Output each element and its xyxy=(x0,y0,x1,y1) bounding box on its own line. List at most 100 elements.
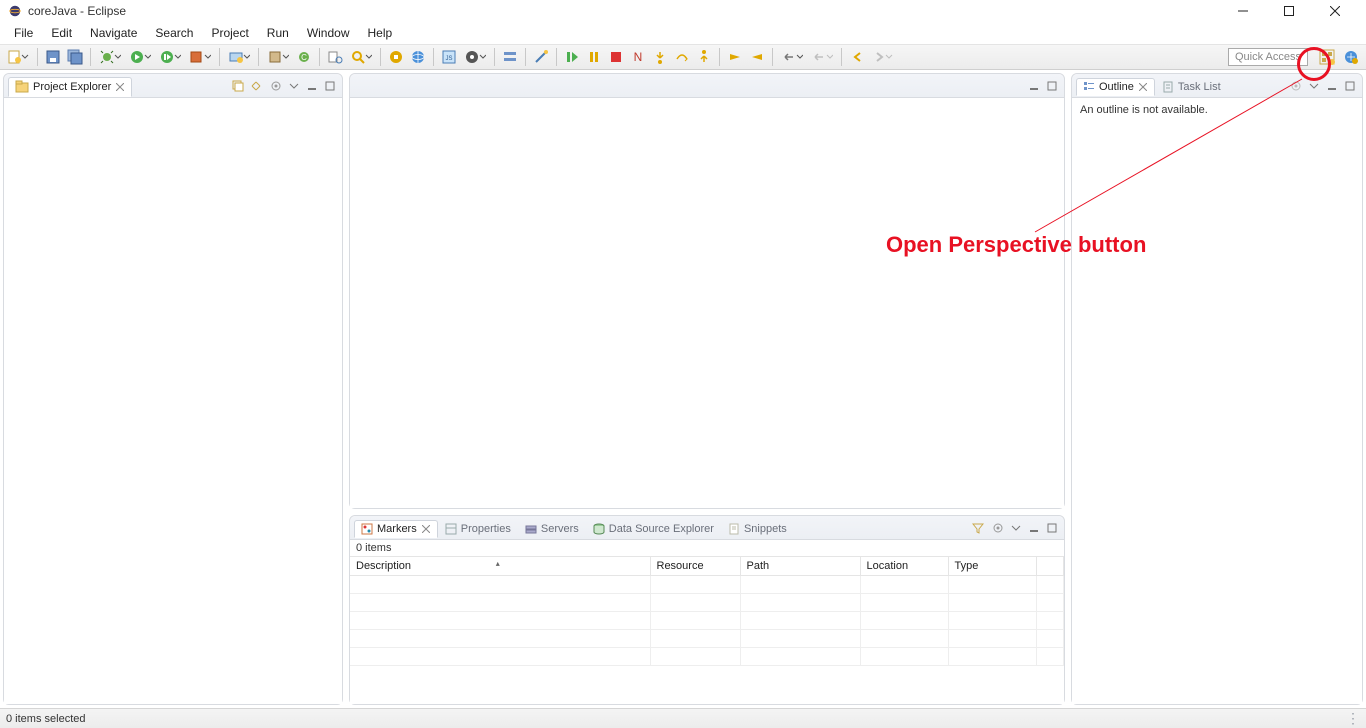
maximize-view-icon[interactable] xyxy=(1044,520,1060,536)
open-type-button[interactable] xyxy=(325,47,345,67)
menu-help[interactable]: Help xyxy=(360,24,401,42)
minimize-editor-icon[interactable] xyxy=(1026,78,1042,94)
markers-body[interactable]: Description▴ Resource Path Location Type xyxy=(350,557,1064,704)
maximize-view-icon[interactable] xyxy=(322,78,338,94)
menu-search[interactable]: Search xyxy=(147,24,201,42)
new-server-button[interactable] xyxy=(225,47,253,67)
focus-task-icon[interactable] xyxy=(990,520,1006,536)
window-title: coreJava - Eclipse xyxy=(28,4,126,18)
minimize-view-icon[interactable] xyxy=(1324,78,1340,94)
jsp-button[interactable]: JS xyxy=(439,47,459,67)
table-row[interactable] xyxy=(350,594,1064,612)
table-row[interactable] xyxy=(350,648,1064,666)
menu-window[interactable]: Window xyxy=(299,24,358,42)
java-ee-perspective-button[interactable] xyxy=(1340,46,1362,68)
step-into-button[interactable] xyxy=(650,47,670,67)
open-perspective-button[interactable] xyxy=(1316,46,1338,68)
col-resource[interactable]: Resource xyxy=(650,557,740,576)
open-task-button[interactable] xyxy=(386,47,406,67)
resize-grip-icon[interactable] xyxy=(1346,710,1360,727)
run-button[interactable] xyxy=(126,47,154,67)
menu-file[interactable]: File xyxy=(6,24,41,42)
maximize-editor-icon[interactable] xyxy=(1044,78,1060,94)
disconnect-button[interactable]: N xyxy=(628,47,648,67)
main-toolbar: C JS N Quick Access xyxy=(0,44,1366,70)
col-path[interactable]: Path xyxy=(740,557,860,576)
view-menu-icon[interactable] xyxy=(1008,520,1024,536)
back-history-button[interactable] xyxy=(808,47,836,67)
next-annotation-button[interactable] xyxy=(725,47,745,67)
editor-area[interactable] xyxy=(349,73,1065,509)
new-type-button[interactable]: C xyxy=(294,47,314,67)
col-location[interactable]: Location xyxy=(860,557,948,576)
last-edit-button[interactable] xyxy=(778,47,806,67)
close-icon[interactable] xyxy=(115,82,125,92)
task-list-icon xyxy=(1162,81,1174,93)
new-button[interactable] xyxy=(4,47,32,67)
svg-text:JS: JS xyxy=(445,56,452,62)
save-all-button[interactable] xyxy=(65,47,85,67)
view-menu-icon[interactable] xyxy=(286,78,302,94)
web-browser-button[interactable] xyxy=(408,47,428,67)
collapse-all-icon[interactable] xyxy=(230,78,246,94)
outline-view: Outline Task List An outline is not avai… xyxy=(1071,73,1363,705)
step-return-button[interactable] xyxy=(694,47,714,67)
table-row[interactable] xyxy=(350,576,1064,594)
snippets-tab[interactable]: Snippets xyxy=(721,520,794,538)
data-source-icon xyxy=(593,523,605,535)
table-row[interactable] xyxy=(350,612,1064,630)
quick-access-field[interactable]: Quick Access xyxy=(1228,48,1308,66)
new-package-button[interactable] xyxy=(264,47,292,67)
outline-tab-label: Outline xyxy=(1099,81,1134,93)
col-extra[interactable] xyxy=(1036,557,1064,576)
minimize-button[interactable] xyxy=(1220,0,1266,22)
filter-icon[interactable] xyxy=(970,520,986,536)
prev-annotation-button[interactable] xyxy=(747,47,767,67)
toggle-breadcrumb-button[interactable] xyxy=(500,47,520,67)
deploy-button[interactable] xyxy=(461,47,489,67)
menu-navigate[interactable]: Navigate xyxy=(82,24,145,42)
project-explorer-body[interactable] xyxy=(4,98,342,704)
close-icon[interactable] xyxy=(1138,82,1148,92)
close-icon[interactable] xyxy=(421,524,431,534)
resume-button[interactable] xyxy=(562,47,582,67)
bottom-panel: Markers Properties Servers Data Source E… xyxy=(349,515,1065,705)
focus-task-icon[interactable] xyxy=(268,78,284,94)
menu-edit[interactable]: Edit xyxy=(43,24,80,42)
link-editor-icon[interactable] xyxy=(248,78,264,94)
outline-icon xyxy=(1083,81,1095,93)
servers-tab[interactable]: Servers xyxy=(518,520,586,538)
terminate-button[interactable] xyxy=(606,47,626,67)
step-over-button[interactable] xyxy=(672,47,692,67)
debug-button[interactable] xyxy=(96,47,124,67)
external-tools-button[interactable] xyxy=(186,47,214,67)
run-last-button[interactable] xyxy=(156,47,184,67)
focus-task-icon[interactable] xyxy=(1288,78,1304,94)
markers-tab[interactable]: Markers xyxy=(354,520,438,538)
wand-button[interactable] xyxy=(531,47,551,67)
col-description[interactable]: Description▴ xyxy=(350,557,650,576)
maximize-button[interactable] xyxy=(1266,0,1312,22)
outline-tab[interactable]: Outline xyxy=(1076,78,1155,96)
save-button[interactable] xyxy=(43,47,63,67)
menu-run[interactable]: Run xyxy=(259,24,297,42)
minimize-view-icon[interactable] xyxy=(1026,520,1042,536)
minimize-view-icon[interactable] xyxy=(304,78,320,94)
properties-tab[interactable]: Properties xyxy=(438,520,518,538)
forward-button[interactable] xyxy=(869,47,897,67)
suspend-button[interactable] xyxy=(584,47,604,67)
annotation-label: Open Perspective button xyxy=(886,232,1146,258)
maximize-view-icon[interactable] xyxy=(1342,78,1358,94)
project-explorer-icon xyxy=(15,80,29,94)
data-source-tab[interactable]: Data Source Explorer xyxy=(586,520,721,538)
project-explorer-tab[interactable]: Project Explorer xyxy=(8,77,132,97)
menu-project[interactable]: Project xyxy=(203,24,256,42)
close-button[interactable] xyxy=(1312,0,1358,22)
back-button[interactable] xyxy=(847,47,867,67)
table-row[interactable] xyxy=(350,630,1064,648)
col-type[interactable]: Type xyxy=(948,557,1036,576)
view-menu-icon[interactable] xyxy=(1306,78,1322,94)
search-button[interactable] xyxy=(347,47,375,67)
task-list-tab[interactable]: Task List xyxy=(1155,78,1228,96)
snippets-tab-label: Snippets xyxy=(744,523,787,535)
